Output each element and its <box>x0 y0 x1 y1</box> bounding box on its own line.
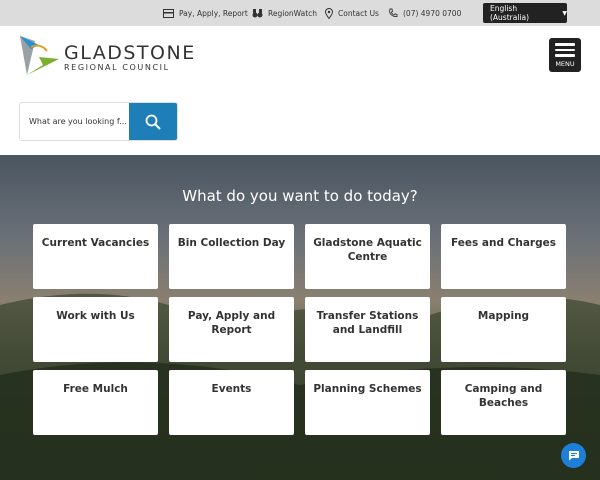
quick-link-tile[interactable]: Current Vacancies <box>33 224 158 289</box>
menu-label: MENU <box>555 59 575 68</box>
quick-link-tile[interactable]: Camping and Beaches <box>441 370 566 435</box>
contact-us-link[interactable]: Contact Us <box>325 0 379 26</box>
chat-bubble-icon <box>568 451 579 461</box>
quick-link-tile[interactable]: Mapping <box>441 297 566 362</box>
card-icon <box>163 8 174 18</box>
link-label: Contact Us <box>338 8 379 18</box>
search-icon <box>145 114 161 130</box>
top-bar: Pay, Apply, Report RegionWatch Contact U… <box>0 0 600 26</box>
quick-link-tile[interactable]: Bin Collection Day <box>169 224 294 289</box>
search-button[interactable] <box>129 103 177 140</box>
phone-icon <box>389 8 398 18</box>
quick-link-tile[interactable]: Pay, Apply and Report <box>169 297 294 362</box>
quick-link-tile[interactable]: Gladstone Aquatic Centre <box>305 224 430 289</box>
search-input[interactable] <box>20 103 129 140</box>
hamburger-icon <box>555 43 575 57</box>
binoculars-icon <box>252 9 263 18</box>
link-label: Pay, Apply, Report <box>179 8 248 18</box>
quick-link-tile[interactable]: Events <box>169 370 294 435</box>
search-form <box>19 102 178 141</box>
chat-button[interactable] <box>561 443 586 468</box>
link-label: (07) 4970 0700 <box>403 8 462 18</box>
hero-title: What do you want to do today? <box>182 187 418 205</box>
pay-apply-report-link[interactable]: Pay, Apply, Report <box>163 0 248 26</box>
phone-link[interactable]: (07) 4970 0700 <box>388 0 461 26</box>
caret-down-icon: ▼ <box>562 9 567 17</box>
menu-button[interactable]: MENU <box>549 38 581 72</box>
quick-link-tile[interactable]: Transfer Stations and Landfill <box>305 297 430 362</box>
location-pin-icon <box>325 7 333 19</box>
quick-link-tile[interactable]: Free Mulch <box>33 370 158 435</box>
quick-link-tile[interactable]: Work with Us <box>33 297 158 362</box>
quick-link-tile[interactable]: Planning Schemes <box>305 370 430 435</box>
regionwatch-link[interactable]: RegionWatch <box>252 0 317 26</box>
language-value: English (Australia) <box>490 4 530 22</box>
council-logo[interactable]: GLADSTONE REGIONAL COUNCIL <box>19 35 196 79</box>
link-label: RegionWatch <box>268 8 318 18</box>
logo-title: GLADSTONE <box>64 41 196 64</box>
quick-link-tile[interactable]: Fees and Charges <box>441 224 566 289</box>
logo-mark-icon <box>20 36 59 75</box>
logo-subtitle: REGIONAL COUNCIL <box>64 62 170 72</box>
language-select[interactable]: English (Australia) ▼ <box>483 3 567 23</box>
